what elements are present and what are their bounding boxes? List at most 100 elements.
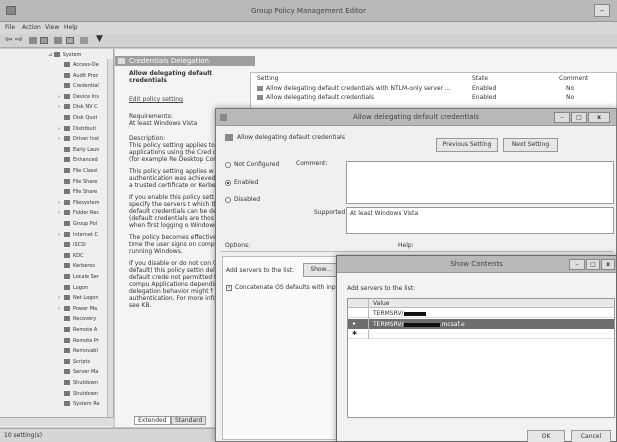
help-icon[interactable] [66, 37, 74, 44]
table-row[interactable]: Allow delegating default credentials Ena… [254, 94, 614, 102]
cancel-button[interactable]: Cancel [571, 430, 611, 442]
minimize-button[interactable]: – [594, 4, 610, 17]
show-button[interactable]: Show... [303, 263, 339, 277]
show-minimize-button[interactable]: – [569, 259, 585, 270]
show-contents-dialog: Show Contents – □ x Add servers to the l… [336, 255, 617, 442]
grid-row-header-col [368, 299, 369, 339]
radio-disabled[interactable]: Disabled [225, 196, 260, 203]
grid-row-selected[interactable]: ▸ TERMSRV/ .mcsaf.e [348, 319, 614, 329]
tree-item[interactable]: › Internet C [58, 231, 98, 240]
tree-item[interactable]: File Share [58, 188, 97, 197]
table-row[interactable]: Allow delegating default credentials wit… [254, 85, 614, 93]
selected-policy-title: Allow delegating default credentials [129, 70, 213, 84]
tree-scrollbar[interactable] [107, 59, 113, 417]
tree-item[interactable]: Access-De [58, 61, 99, 70]
show-close-button[interactable]: x [601, 259, 615, 270]
tree-item[interactable]: Shutdown [58, 390, 98, 399]
folder-icon [64, 210, 70, 216]
tree-item[interactable]: KDC [58, 252, 84, 261]
back-icon[interactable]: ⇦ [5, 35, 13, 45]
window-title: Group Policy Management Editor [251, 7, 366, 15]
menu-view[interactable]: View [45, 24, 59, 31]
dialog-close-button[interactable]: x [588, 112, 610, 123]
tree-item-label: Audit Proc [73, 72, 99, 79]
folder-icon [64, 136, 70, 142]
tab-standard[interactable]: Standard [171, 416, 207, 425]
tree-item[interactable]: Remote A [58, 326, 97, 335]
radio-not-configured-circle [225, 161, 231, 168]
concatenate-checkbox[interactable]: ✓ Concatenate OS defaults with inp [226, 284, 336, 291]
dialog-minimize-button[interactable]: – [554, 112, 570, 123]
tree-item[interactable]: › Disk NV C [58, 103, 98, 112]
previous-setting-button[interactable]: Previous Setting [436, 138, 498, 152]
folder-icon [64, 189, 70, 195]
tree-item-label: Internet C [73, 231, 98, 238]
tree-item[interactable]: › Filesystem [58, 199, 99, 208]
edit-policy-link[interactable]: Edit policy setting [129, 96, 247, 103]
radio-enabled[interactable]: Enabled [225, 179, 258, 186]
supported-value: At least Windows Vista [350, 210, 419, 217]
folder-icon [64, 295, 70, 301]
col-state[interactable]: State [472, 75, 488, 82]
folder-icon [64, 274, 70, 279]
tree-item[interactable]: › Net Logon [58, 294, 99, 303]
grid-row-new[interactable]: ✱ [348, 330, 614, 339]
menu-file[interactable]: File [5, 24, 15, 31]
next-setting-button[interactable]: Next Setting [503, 138, 558, 152]
tree-item[interactable]: Shutdown [58, 379, 98, 388]
tree-item-label: Access-De [73, 62, 99, 68]
tree-item[interactable]: Disk Quot [58, 114, 97, 123]
show-maximize-button[interactable]: □ [586, 259, 600, 270]
tree-item-label: Scripts [73, 358, 91, 365]
ok-button[interactable]: OK [527, 430, 565, 442]
list-icon[interactable] [80, 37, 88, 44]
tree-item[interactable]: › Power Ma [58, 305, 97, 314]
tree-root-label: System [62, 52, 82, 58]
tree-item[interactable]: Early Laun [58, 146, 99, 155]
tree-item[interactable]: › Driver Inst [58, 135, 99, 144]
tree-item[interactable]: Kerberos [58, 262, 95, 271]
up-icon[interactable] [29, 37, 37, 44]
forward-icon[interactable]: ⇨ [15, 35, 23, 45]
properties-icon[interactable] [40, 37, 48, 44]
radio-not-configured[interactable]: Not Configured [225, 161, 279, 168]
policy-subtitle: Allow delegating default credentials [237, 134, 345, 141]
tree-item[interactable]: Remote Pr [58, 337, 99, 346]
tree-item[interactable]: Group Pol [58, 220, 97, 229]
tree-item-label: Locale Ser [73, 274, 99, 280]
tree-item[interactable]: Scripts [58, 358, 90, 367]
tree-hscrollbar[interactable] [0, 417, 114, 426]
tree-item[interactable]: File Classi [58, 167, 98, 176]
filter-icon[interactable]: ▼ [96, 34, 103, 44]
tree-item[interactable]: Credential [58, 82, 99, 91]
col-setting[interactable]: Setting [257, 75, 278, 82]
tab-extended[interactable]: Extended [134, 416, 171, 425]
row-value-text: TERMSRV/ [373, 310, 404, 317]
tree-item[interactable]: Server Ma [58, 368, 98, 377]
tree-item[interactable]: iSCSI [58, 241, 86, 250]
grid-row[interactable]: TERMSRV/ [348, 309, 614, 318]
export-icon[interactable] [54, 37, 62, 44]
tree-item[interactable]: › Folder Rec [58, 209, 99, 218]
tree-item[interactable]: System Re [58, 400, 100, 409]
col-comment[interactable]: Comment [559, 75, 588, 82]
tree-item[interactable]: Locale Ser [58, 273, 99, 282]
tree-item[interactable]: Recovery [58, 315, 96, 324]
tree-root[interactable]: ⊿ System [48, 51, 81, 60]
tree-item[interactable]: Logon [58, 284, 88, 293]
tree-item[interactable]: File Share [58, 178, 97, 187]
dialog-maximize-button[interactable]: □ [571, 112, 587, 123]
tree-item[interactable]: Enhanced [58, 156, 98, 165]
comment-field[interactable] [346, 161, 614, 204]
tree-item[interactable]: Audit Proc [58, 72, 98, 81]
options-label: Options: [225, 242, 251, 249]
menu-action[interactable]: Action [22, 24, 41, 31]
tree-item[interactable]: › Device Ins [58, 93, 99, 102]
tree-item-label: Net Logon [73, 295, 99, 302]
value-grid: Value TERMSRV/ ▸ TERMSRV/ .mcsaf.e ✱ [347, 298, 615, 418]
folder-icon [64, 115, 70, 120]
tree-item[interactable]: › Distributi [58, 125, 96, 134]
folder-icon [64, 358, 70, 364]
tree-item[interactable]: Removabl [58, 347, 98, 356]
menu-help[interactable]: Help [64, 24, 78, 31]
